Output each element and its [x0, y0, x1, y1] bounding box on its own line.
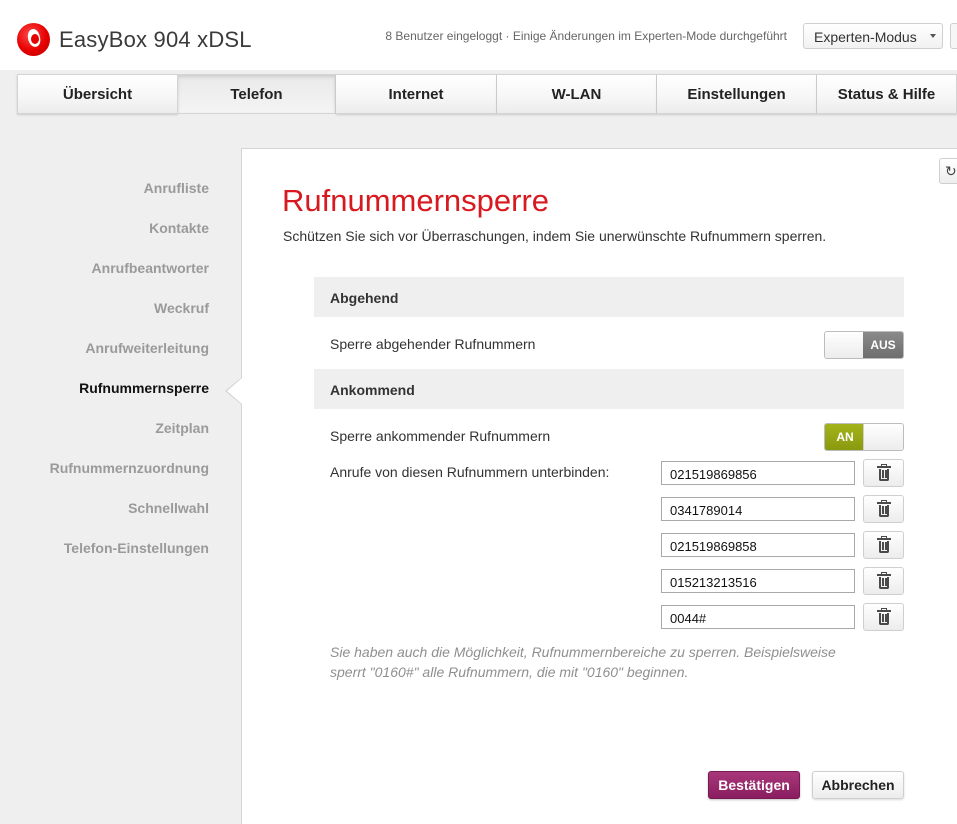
outgoing-block-toggle[interactable]: AUS — [824, 331, 904, 359]
login-status-text: 8 Benutzer eingeloggt · Einige Änderunge… — [385, 29, 787, 43]
incoming-block-label: Sperre ankommender Rufnummern — [330, 428, 551, 444]
confirm-button[interactable]: Bestätigen — [708, 771, 800, 799]
page-title: Rufnummernsperre — [282, 183, 550, 218]
sidebar-item-rufnummernzuordnung[interactable]: Rufnummernzuordnung — [50, 460, 209, 476]
page-subtitle: Schützen Sie sich vor Überraschungen, in… — [283, 228, 827, 244]
blocked-number-input-5[interactable] — [661, 605, 855, 629]
blocked-number-input-1[interactable] — [661, 461, 855, 485]
blocked-number-input-4[interactable] — [661, 569, 855, 593]
refresh-icon: ↻ — [945, 163, 957, 179]
delete-number-button-4[interactable] — [863, 567, 904, 595]
tab-internet[interactable]: Internet — [336, 74, 497, 114]
active-item-pointer-fill — [227, 378, 242, 404]
sidebar-item-rufnummernsperre[interactable]: Rufnummernsperre — [79, 380, 209, 396]
incoming-block-toggle[interactable]: AN — [824, 423, 904, 451]
toggle-knob — [863, 424, 903, 450]
header-edge-button[interactable] — [950, 23, 957, 49]
trash-icon — [877, 464, 891, 481]
trash-icon — [877, 536, 891, 553]
trash-icon — [877, 608, 891, 625]
sidebar-item-kontakte[interactable]: Kontakte — [149, 220, 209, 236]
tab-wlan[interactable]: W-LAN — [497, 74, 657, 114]
header: EasyBox 904 xDSL 8 Benutzer eingeloggt ·… — [0, 0, 957, 70]
sidebar-item-telefon-einstellungen[interactable]: Telefon-Einstellungen — [64, 540, 209, 556]
tab-status-hilfe[interactable]: Status & Hilfe — [817, 74, 957, 114]
mode-select-value: Experten-Modus — [814, 29, 917, 45]
cancel-button[interactable]: Abbrechen — [812, 771, 904, 799]
blocked-number-input-2[interactable] — [661, 497, 855, 521]
vodafone-logo — [17, 23, 50, 56]
sidebar-item-anrufweiterleitung[interactable]: Anrufweiterleitung — [85, 340, 209, 356]
delete-number-button-5[interactable] — [863, 603, 904, 631]
app-title: EasyBox 904 xDSL — [59, 27, 252, 52]
toggle-knob — [825, 332, 865, 358]
sidebar-item-anrufliste[interactable]: Anrufliste — [144, 180, 209, 196]
range-hint-text: Sie haben auch die Möglichkeit, Rufnumme… — [330, 644, 836, 680]
sidebar-item-anrufbeantworter[interactable]: Anrufbeantworter — [92, 260, 209, 276]
sidebar: Anrufliste Kontakte Anrufbeantworter Wec… — [0, 148, 241, 824]
main-navigation: Übersicht Telefon Internet W-LAN Einstel… — [17, 74, 957, 114]
blocked-number-input-3[interactable] — [661, 533, 855, 557]
tab-telefon[interactable]: Telefon — [178, 74, 336, 114]
delete-number-button-2[interactable] — [863, 495, 904, 523]
outgoing-toggle-state: AUS — [863, 332, 903, 358]
tab-uebersicht[interactable]: Übersicht — [17, 74, 178, 114]
sidebar-item-weckruf[interactable]: Weckruf — [154, 300, 209, 316]
sidebar-item-zeitplan[interactable]: Zeitplan — [155, 420, 209, 436]
outgoing-block-label: Sperre abgehender Rufnummern — [330, 336, 536, 352]
trash-icon — [877, 500, 891, 517]
tab-einstellungen[interactable]: Einstellungen — [657, 74, 817, 114]
chevron-down-icon — [930, 34, 936, 38]
mode-select[interactable]: Experten-Modus — [803, 23, 943, 49]
sidebar-item-schnellwahl[interactable]: Schnellwahl — [128, 500, 209, 516]
section-header-incoming: Ankommend — [314, 369, 904, 409]
delete-number-button-1[interactable] — [863, 459, 904, 487]
delete-number-button-3[interactable] — [863, 531, 904, 559]
trash-icon — [877, 572, 891, 589]
blocked-numbers-label: Anrufe von diesen Rufnummern unterbinden… — [330, 464, 610, 480]
incoming-toggle-state: AN — [825, 424, 865, 450]
refresh-button[interactable]: ↻ — [939, 158, 957, 184]
section-header-outgoing: Abgehend — [314, 277, 904, 317]
content-panel — [241, 148, 957, 824]
